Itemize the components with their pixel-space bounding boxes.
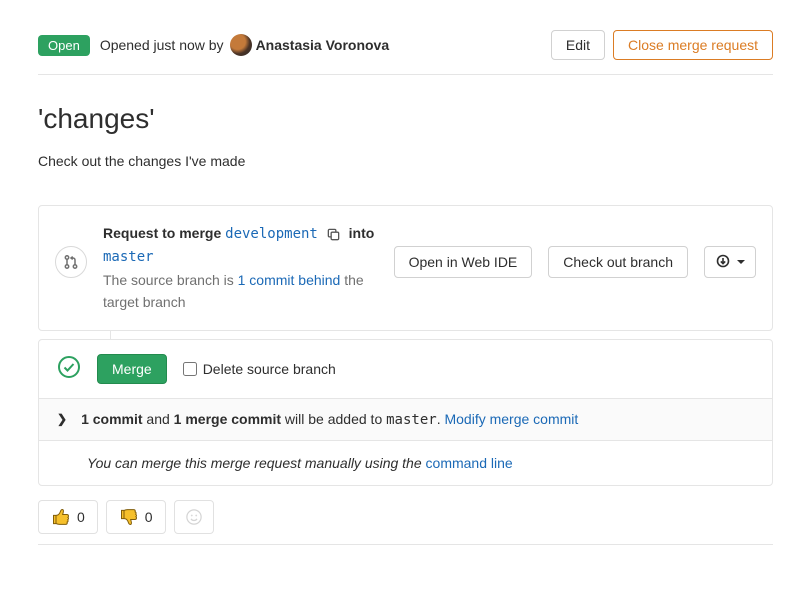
status-badge: Open [38,35,90,56]
thumbs-down-button[interactable]: 0 [106,500,166,534]
copy-branch-icon[interactable] [326,227,341,242]
delete-source-branch-checkbox[interactable] [183,362,197,376]
merge-action-panel: Merge Delete source branch ❯ 1 commit an… [38,339,773,486]
author-avatar[interactable] [230,34,252,56]
ready-check-icon [57,355,81,382]
thumbs-up-count: 0 [77,509,85,525]
commits-behind-link[interactable]: 1 commit behind [238,272,341,288]
chevron-right-icon: ❯ [57,412,67,426]
delete-source-branch-label[interactable]: Delete source branch [183,361,336,377]
download-dropdown-button[interactable] [704,246,756,278]
edit-button[interactable]: Edit [551,30,605,60]
merge-button[interactable]: Merge [97,354,167,384]
commit-summary-row[interactable]: ❯ 1 commit and 1 merge commit will be ad… [39,398,772,440]
check-out-branch-button[interactable]: Check out branch [548,246,688,278]
download-icon [715,254,731,270]
merge-request-panel: Request to merge development into master… [38,205,773,331]
thumbs-down-count: 0 [145,509,153,525]
thumbs-down-icon [119,507,139,527]
reactions-row: 0 0 [38,500,773,545]
merge-request-description: Check out the changes I've made [38,153,773,169]
author-name[interactable]: Anastasia Voronova [256,37,390,53]
merge-request-summary: Request to merge development into master… [103,222,384,314]
thumbs-up-button[interactable]: 0 [38,500,98,534]
merge-request-header: Open Opened just now by Anastasia Vorono… [38,30,773,75]
command-line-link[interactable]: command line [426,455,513,471]
opened-by-text: Opened just now by [100,37,224,53]
smiley-icon [185,508,203,526]
merge-request-title: 'changes' [38,103,773,135]
add-reaction-button[interactable] [174,500,214,534]
target-branch-link[interactable]: master [103,249,154,265]
modify-merge-commit-link[interactable]: Modify merge commit [444,411,578,427]
source-branch-link[interactable]: development [225,226,318,242]
chevron-down-icon [737,258,745,266]
manual-merge-row: You can merge this merge request manuall… [39,440,772,485]
merge-request-icon [55,246,87,278]
thumbs-up-icon [51,507,71,527]
open-in-web-ide-button[interactable]: Open in Web IDE [394,246,533,278]
close-merge-request-button[interactable]: Close merge request [613,30,773,60]
